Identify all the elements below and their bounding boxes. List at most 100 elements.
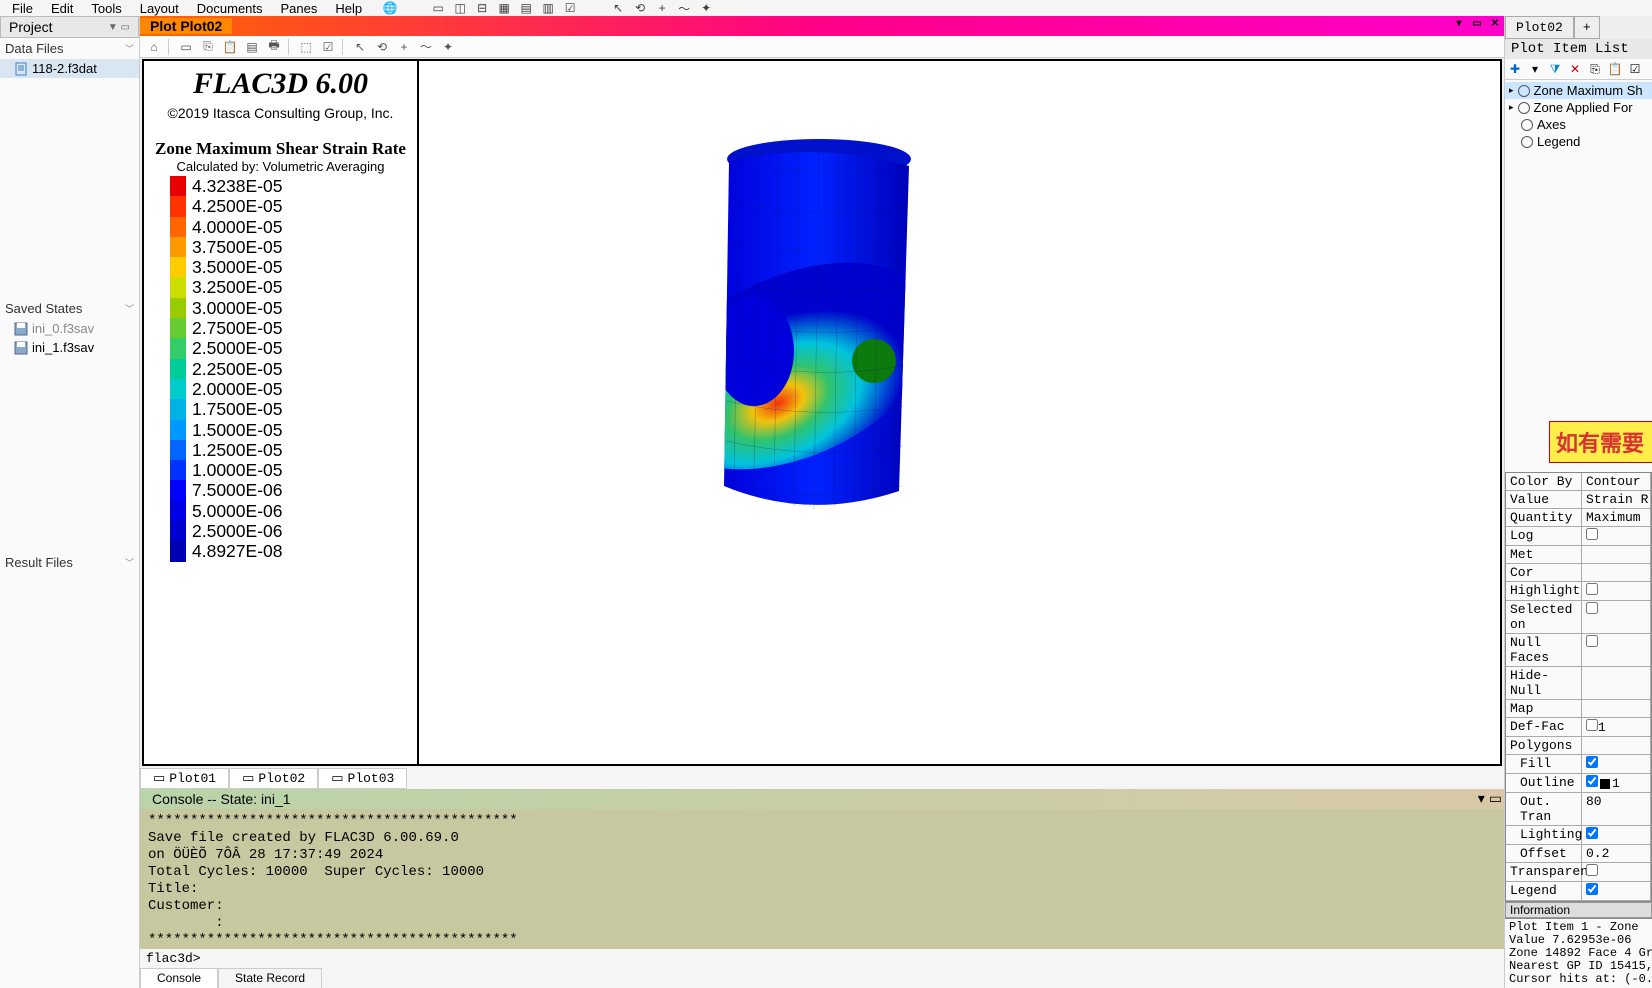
prop-row[interactable]: Selected on xyxy=(1506,601,1651,634)
prop-row[interactable]: ValueStrain R xyxy=(1506,491,1651,509)
prop-checkbox[interactable] xyxy=(1586,583,1598,595)
result-files-label[interactable]: Result Files﹀ xyxy=(0,552,139,573)
prop-checkbox[interactable] xyxy=(1586,528,1598,540)
plus2-icon[interactable]: + xyxy=(396,39,412,55)
menu-file[interactable]: File xyxy=(4,1,41,16)
menu-edit[interactable]: Edit xyxy=(43,1,81,16)
print-icon[interactable]: 🖶 xyxy=(266,39,282,55)
prop-row[interactable]: Met xyxy=(1506,546,1651,564)
plus-icon[interactable]: + xyxy=(654,0,670,16)
prop-row[interactable]: Map xyxy=(1506,700,1651,718)
home-icon[interactable]: ⌂ xyxy=(146,39,162,55)
saved-state-item[interactable]: ini_1.f3sav xyxy=(0,338,139,357)
prop-checkbox[interactable] xyxy=(1586,883,1598,895)
prop-checkbox[interactable] xyxy=(1586,827,1598,839)
prop-row[interactable]: Cor xyxy=(1506,564,1651,582)
split-v-icon[interactable]: ⊟ xyxy=(474,0,490,16)
prop-row[interactable]: Out. Tran80 xyxy=(1506,793,1651,826)
dropdown-icon[interactable]: ▾ xyxy=(1527,61,1543,77)
prop-row[interactable]: Lighting xyxy=(1506,826,1651,845)
plot-tab-03[interactable]: ▭Plot03 xyxy=(318,768,407,789)
saved-states-label[interactable]: Saved States﹀ xyxy=(0,298,139,319)
copy-icon[interactable]: ⎘ xyxy=(1587,61,1603,77)
prop-row[interactable]: Hide-Null xyxy=(1506,667,1651,700)
prop-checkbox[interactable] xyxy=(1586,719,1598,731)
check2-icon[interactable]: ☑ xyxy=(320,39,336,55)
rotate-icon[interactable]: ⟲ xyxy=(632,0,648,16)
data-file-item[interactable]: 118-2.f3dat xyxy=(0,59,139,78)
delete-icon[interactable]: ✕ xyxy=(1567,61,1583,77)
prop-row[interactable]: Outline1 xyxy=(1506,774,1651,793)
data-files-label[interactable]: Data Files﹀ xyxy=(0,38,139,59)
minimize-icon[interactable]: ▾ xyxy=(1452,16,1466,30)
console-input[interactable] xyxy=(205,951,1498,966)
close-icon[interactable]: ✕ xyxy=(1488,16,1502,30)
project-header[interactable]: Project ▼ ▭ xyxy=(0,16,139,38)
prop-checkbox[interactable] xyxy=(1586,635,1598,647)
pointer-icon[interactable]: ↖ xyxy=(610,0,626,16)
wave-icon[interactable]: 〜 xyxy=(676,0,692,16)
prop-row[interactable]: Highlight xyxy=(1506,582,1651,601)
star2-icon[interactable]: ✦ xyxy=(440,39,456,55)
clipboard-icon[interactable]: 📋 xyxy=(222,39,238,55)
prop-row[interactable]: Offset0.2 xyxy=(1506,845,1651,863)
copy-icon[interactable]: ⎘ xyxy=(200,39,216,55)
console-output[interactable]: ****************************************… xyxy=(140,809,1504,949)
prop-checkbox[interactable] xyxy=(1586,775,1598,787)
viz-area[interactable] xyxy=(419,61,1500,764)
star-icon[interactable]: ✦ xyxy=(698,0,714,16)
prop-row[interactable]: Polygons xyxy=(1506,737,1651,755)
tab-plus[interactable]: + xyxy=(1574,16,1600,39)
prop-row[interactable]: Log xyxy=(1506,527,1651,546)
menu-documents[interactable]: Documents xyxy=(189,1,271,16)
grid-icon[interactable]: ▤ xyxy=(518,0,534,16)
prop-row[interactable]: Legend xyxy=(1506,882,1651,901)
tab-plot02[interactable]: Plot02 xyxy=(1505,16,1574,39)
split-h-icon[interactable]: ◫ xyxy=(452,0,468,16)
saved-state-item[interactable]: ini_0.f3sav xyxy=(0,319,139,338)
eye-icon[interactable] xyxy=(1518,102,1530,114)
prop-checkbox[interactable] xyxy=(1586,602,1598,614)
prop-row[interactable]: Null Faces xyxy=(1506,634,1651,667)
wave2-icon[interactable]: 〜 xyxy=(418,39,434,55)
layout-icon[interactable]: ▤ xyxy=(244,39,260,55)
grid2-icon[interactable]: ▥ xyxy=(540,0,556,16)
window-icon[interactable]: ▭ xyxy=(178,39,194,55)
eye-icon[interactable] xyxy=(1521,136,1533,148)
prop-row[interactable]: Transparenc xyxy=(1506,863,1651,882)
tree-item-legend[interactable]: Legend xyxy=(1505,133,1652,150)
prop-row[interactable]: Color ByContour xyxy=(1506,473,1651,491)
prop-row[interactable]: Fill xyxy=(1506,755,1651,774)
window-icon[interactable]: ▭ xyxy=(430,0,446,16)
add-icon[interactable]: ✚ xyxy=(1507,61,1523,77)
plot-area[interactable]: FLAC3D 6.00 ©2019 Itasca Consulting Grou… xyxy=(142,59,1502,766)
prop-row[interactable]: QuantityMaximum xyxy=(1506,509,1651,527)
plot-tab-02[interactable]: ▭Plot02 xyxy=(229,768,318,789)
pointer2-icon[interactable]: ↖ xyxy=(352,39,368,55)
check-icon[interactable]: ☑ xyxy=(1627,61,1643,77)
plot-tab-01[interactable]: ▭Plot01 xyxy=(140,768,229,789)
tab-state-record[interactable]: State Record xyxy=(218,968,322,988)
select-icon[interactable]: ⬚ xyxy=(298,39,314,55)
prop-checkbox[interactable] xyxy=(1586,756,1598,768)
filter-icon[interactable]: ⧩ xyxy=(1547,61,1563,77)
tree-item-axes[interactable]: Axes xyxy=(1505,116,1652,133)
tab-console[interactable]: Console xyxy=(140,968,218,988)
maximize-icon[interactable]: ▭ xyxy=(1489,790,1502,807)
menu-panes[interactable]: Panes xyxy=(273,1,326,16)
menu-help[interactable]: Help xyxy=(327,1,370,16)
tree-item-zone-applied[interactable]: ▸Zone Applied For xyxy=(1505,99,1652,116)
prop-row[interactable]: Def-Fac1 xyxy=(1506,718,1651,737)
chevron-down-icon[interactable]: ▾ xyxy=(1478,790,1485,807)
paste-icon[interactable]: 📋 xyxy=(1607,61,1623,77)
rotate2-icon[interactable]: ⟲ xyxy=(374,39,390,55)
eye-icon[interactable] xyxy=(1518,85,1530,97)
eye-icon[interactable] xyxy=(1521,119,1533,131)
tiles-icon[interactable]: ▦ xyxy=(496,0,512,16)
tree-item-zone-max[interactable]: ▸Zone Maximum Sh xyxy=(1505,82,1652,99)
menu-tools[interactable]: Tools xyxy=(83,1,129,16)
menu-layout[interactable]: Layout xyxy=(132,1,187,16)
maximize-icon[interactable]: ▭ xyxy=(1470,16,1484,30)
globe-icon[interactable]: 🌐 xyxy=(382,0,398,16)
check-icon[interactable]: ☑ xyxy=(562,0,578,16)
